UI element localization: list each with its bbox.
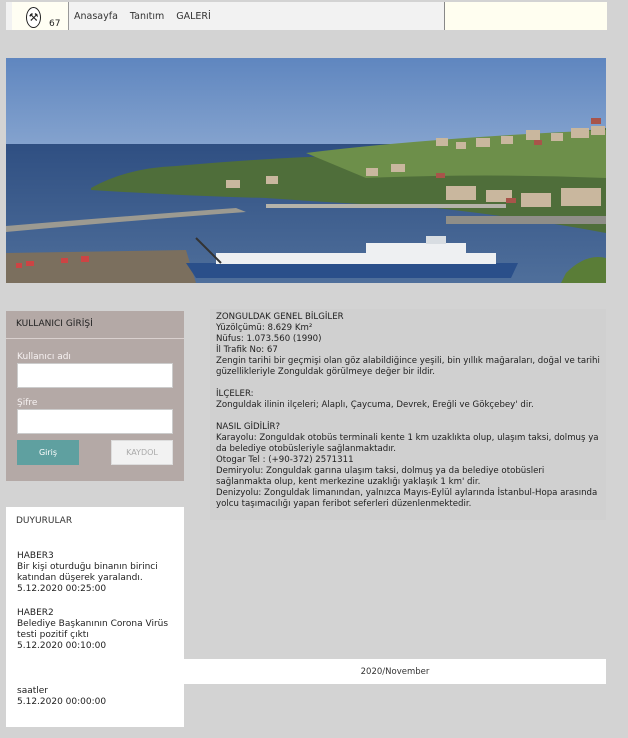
- password-input[interactable]: [17, 409, 173, 434]
- sea-text: Denizyolu: Zonguldak limanından, yalnızc…: [216, 488, 598, 509]
- news-title: HABER3: [17, 551, 54, 561]
- announcements-title: DUYURULAR: [16, 516, 73, 526]
- nav-gallery[interactable]: GALERİ: [176, 11, 211, 22]
- username-input[interactable]: [17, 363, 173, 388]
- news-body: Bir kişi oturduğu binanın birinci katınd…: [17, 562, 158, 583]
- news-date: 5.12.2020 00:25:00: [17, 584, 107, 594]
- password-label: Şifre: [17, 398, 38, 408]
- top-right-panel: [444, 2, 607, 30]
- news-body: Belediye Başkanının Corona Virüs testi p…: [17, 619, 169, 640]
- site-logo[interactable]: ⚒ 67: [12, 2, 69, 30]
- news-title: saatler: [17, 686, 48, 696]
- logo-number: 67: [49, 19, 61, 29]
- news-item[interactable]: HABER3 Bir kişi oturduğu binanın birinci…: [17, 551, 177, 595]
- info-title: ZONGULDAK GENEL BİLGİLER: [216, 312, 344, 322]
- news-item[interactable]: HABER2 Belediye Başkanının Corona Virüs …: [17, 608, 177, 652]
- info-intro: Zengin tarihi bir geçmişi olan göz alabi…: [216, 356, 600, 377]
- username-label: Kullanıcı adı: [17, 352, 71, 362]
- miner-emblem-icon: ⚒: [26, 7, 41, 28]
- nav-about[interactable]: Tanıtım: [130, 11, 164, 22]
- login-title: KULLANICI GİRİŞİ: [6, 311, 184, 339]
- news-date: 5.12.2020 00:10:00: [17, 641, 107, 651]
- register-button[interactable]: KAYDOL: [111, 440, 173, 465]
- news-date: 5.12.2020 00:00:00: [17, 697, 107, 707]
- info-area: Yüzölçümü: 8.629 Km²: [216, 323, 313, 333]
- districts-title: İLÇELER:: [216, 389, 254, 399]
- announcements-panel: DUYURULAR HABER3 Bir kişi oturduğu binan…: [6, 507, 184, 727]
- harbor-banner-image: [6, 58, 606, 283]
- login-panel: KULLANICI GİRİŞİ Kullanıcı adı Şifre Gir…: [6, 311, 184, 481]
- archive-month-link[interactable]: 2020/November: [184, 659, 606, 684]
- road-text: Karayolu: Zonguldak otobüs terminali ken…: [216, 433, 599, 454]
- city-info-panel: ZONGULDAK GENEL BİLGİLER Yüzölçümü: 8.62…: [210, 309, 606, 520]
- info-traffic-code: İl Trafik No: 67: [216, 345, 278, 355]
- news-item[interactable]: saatler 5.12.2020 00:00:00: [17, 686, 177, 708]
- info-population: Nüfus: 1.073.560 (1990): [216, 334, 322, 344]
- rail-text: Demiryolu: Zonguldak garına ulaşım taksi…: [216, 466, 545, 487]
- bus-phone: Otogar Tel : (+90-372) 2571311: [216, 455, 354, 465]
- nav-home[interactable]: Anasayfa: [74, 11, 118, 22]
- main-nav: Anasayfa Tanıtım GALERİ: [74, 11, 211, 22]
- login-button[interactable]: Giriş: [17, 440, 79, 465]
- districts-text: Zonguldak ilinin ilçeleri; Alaplı, Çaycu…: [216, 400, 534, 410]
- news-title: HABER2: [17, 608, 54, 618]
- howto-title: NASIL GİDİLİR?: [216, 422, 281, 432]
